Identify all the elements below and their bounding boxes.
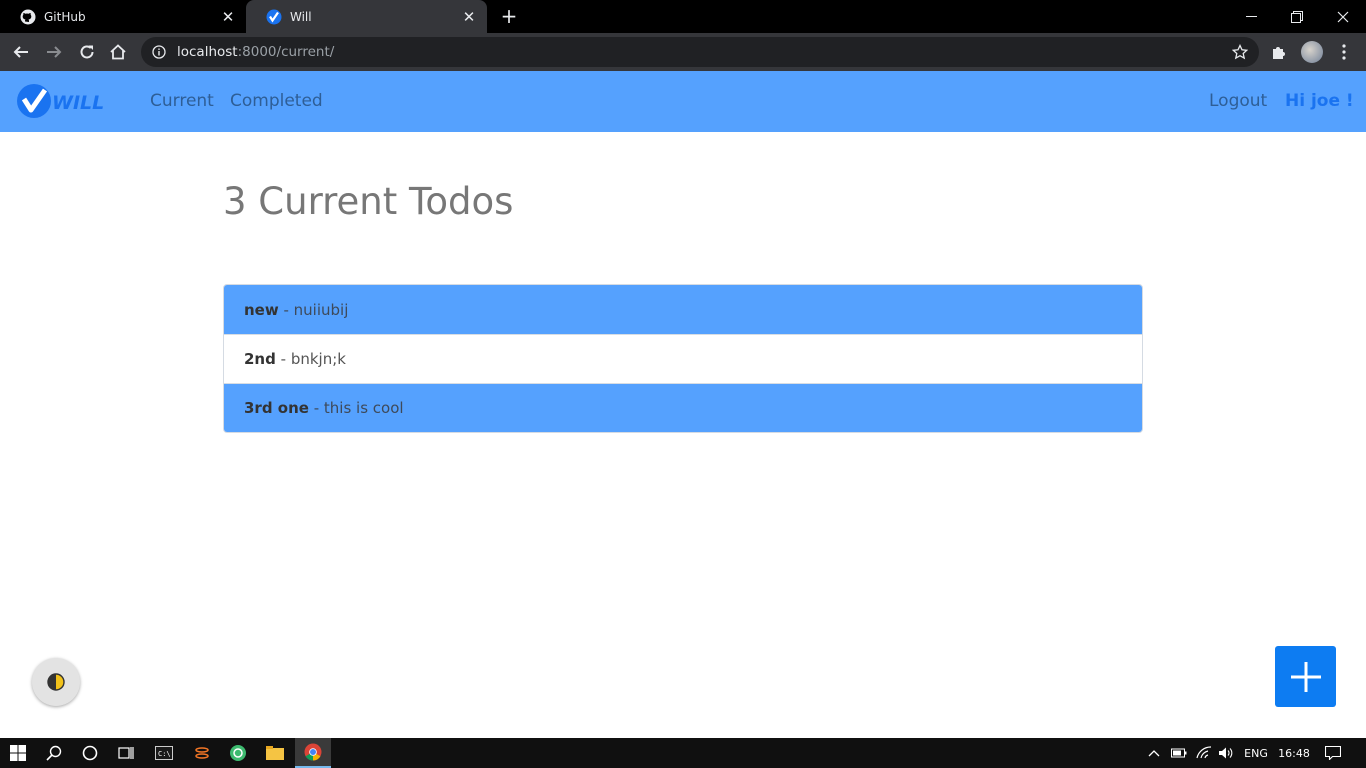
battery-icon[interactable] (1168, 738, 1190, 768)
tab-title: GitHub (44, 9, 86, 24)
search-icon[interactable] (36, 738, 72, 768)
github-icon (20, 9, 36, 25)
half-moon-icon (47, 673, 65, 691)
clock[interactable]: 16:48 (1276, 738, 1312, 768)
todo-name: 2nd (244, 350, 276, 368)
tab-github[interactable]: GitHub ✕ (0, 0, 246, 33)
brand-text: WILL (52, 92, 104, 114)
menu-kebab-icon[interactable] (1333, 41, 1355, 63)
svg-text:C:\: C:\ (158, 750, 171, 758)
tab-will[interactable]: Will ✕ (246, 0, 487, 33)
chrome-icon[interactable] (295, 738, 331, 768)
notifications-icon[interactable] (1320, 738, 1346, 768)
bookmark-star-icon[interactable] (1231, 43, 1249, 61)
window-close-icon[interactable] (1320, 0, 1366, 33)
minimize-icon[interactable] (1228, 0, 1274, 33)
will-logo[interactable]: WILL (16, 83, 126, 119)
browser-toolbar: localhost:8000/current/ (0, 33, 1366, 71)
todo-separator: - (308, 399, 324, 417)
todo-item[interactable]: 3rd one - this is cool (224, 383, 1142, 432)
site-info-icon[interactable] (151, 44, 167, 60)
todo-separator: - (275, 350, 291, 368)
nav-link-current[interactable]: Current (150, 91, 214, 111)
url-host: localhost (177, 44, 238, 60)
language-indicator[interactable]: ENG (1240, 738, 1272, 768)
plus-icon (1290, 661, 1321, 692)
todo-item[interactable]: new - nuiiubij (224, 285, 1142, 334)
volume-icon[interactable] (1215, 738, 1237, 768)
tray-chevron-up-icon[interactable] (1143, 738, 1165, 768)
todo-name: 3rd one (244, 399, 309, 417)
task-view-icon[interactable] (108, 738, 144, 768)
site-navbar: WILL Current Completed Logout Hi joe ! (0, 71, 1366, 132)
page-title: 3 Current Todos (223, 180, 514, 223)
todo-list: new - nuiiubij 2nd - bnkjn;k 3rd one - t… (223, 284, 1143, 433)
todo-description: this is cool (323, 399, 404, 417)
url-path: :8000/current/ (237, 44, 335, 60)
browser-tab-strip: GitHub ✕ Will ✕ + (0, 0, 1366, 33)
cortana-icon[interactable] (72, 738, 108, 768)
home-icon[interactable] (107, 41, 129, 63)
todo-description: bnkjn;k (290, 350, 346, 368)
will-favicon-icon (266, 9, 282, 25)
extensions-puzzle-icon[interactable] (1268, 41, 1290, 63)
add-todo-button[interactable] (1275, 646, 1336, 707)
logout-link[interactable]: Logout (1209, 91, 1267, 111)
todo-description: nuiiubij (293, 300, 349, 319)
windows-start-icon[interactable] (0, 738, 36, 768)
address-bar[interactable]: localhost:8000/current/ (141, 37, 1259, 67)
reload-icon[interactable] (76, 41, 98, 63)
todo-name: new (244, 300, 279, 319)
user-greeting[interactable]: Hi joe ! (1285, 91, 1354, 111)
profile-avatar[interactable] (1301, 41, 1323, 63)
close-icon[interactable]: ✕ (220, 8, 236, 26)
windows-taskbar: C:\ ENG 16:48 (0, 738, 1366, 768)
forward-arrow-icon[interactable] (43, 41, 65, 63)
close-icon[interactable]: ✕ (461, 8, 477, 26)
back-arrow-icon[interactable] (10, 41, 32, 63)
theme-toggle-button[interactable] (32, 658, 80, 706)
new-tab-button[interactable]: + (498, 4, 520, 28)
file-explorer-icon[interactable] (257, 738, 293, 768)
todo-item[interactable]: 2nd - bnkjn;k (224, 334, 1142, 383)
wifi-icon[interactable] (1193, 738, 1215, 768)
jupyter-icon[interactable] (184, 738, 220, 768)
restore-icon[interactable] (1274, 0, 1320, 33)
app-green-icon[interactable] (220, 738, 256, 768)
todo-separator: - (278, 300, 294, 319)
tab-title: Will (290, 9, 312, 24)
terminal-icon[interactable]: C:\ (146, 738, 182, 768)
nav-link-completed[interactable]: Completed (230, 91, 323, 111)
